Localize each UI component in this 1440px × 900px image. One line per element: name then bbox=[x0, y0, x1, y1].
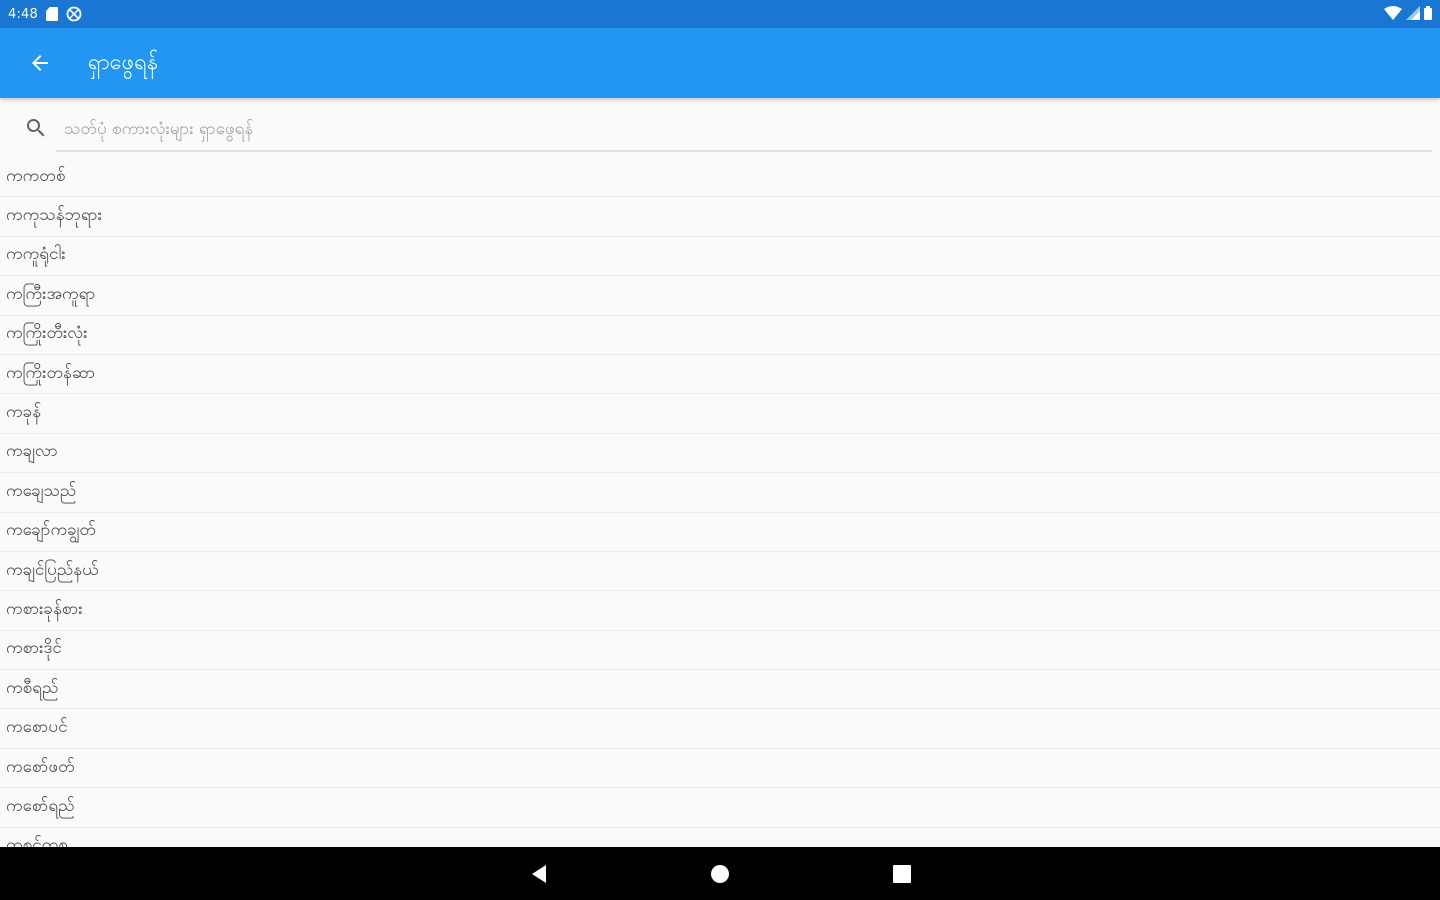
list-item[interactable]: ကခုန် bbox=[0, 394, 1440, 434]
list-item[interactable]: ကချင်ပြည်နယ် bbox=[0, 552, 1440, 592]
word-list: ကကတစ် ကကုသန်ဘုရား ကကူရုံငါး ကကြီးအကူရာ က… bbox=[0, 158, 1440, 847]
status-bar: 4:48 bbox=[0, 0, 1440, 28]
list-item[interactable]: ကစော်ဖတ် bbox=[0, 749, 1440, 789]
list-item[interactable]: ကစီရည် bbox=[0, 670, 1440, 710]
list-item[interactable]: ကကြီးအကူရာ bbox=[0, 276, 1440, 316]
list-item[interactable]: ကကြိုးတီးလုံး bbox=[0, 316, 1440, 355]
sd-card-icon bbox=[46, 7, 58, 21]
list-item[interactable]: ကချလာ bbox=[0, 434, 1440, 474]
app-bar: ရှာဖွေရန် bbox=[0, 28, 1440, 98]
list-item[interactable]: ကစင်ကစ bbox=[0, 828, 1440, 847]
list-item[interactable]: ကကူရုံငါး bbox=[0, 237, 1440, 277]
list-item[interactable]: ကချော်ကချွတ် bbox=[0, 513, 1440, 552]
list-item[interactable]: ကစားခုန်စား bbox=[0, 591, 1440, 631]
sync-disabled-icon bbox=[66, 6, 82, 22]
nav-home-button[interactable] bbox=[702, 856, 738, 892]
system-nav-bar bbox=[0, 847, 1440, 900]
wifi-icon bbox=[1384, 5, 1402, 24]
home-circle-icon bbox=[711, 864, 729, 883]
search-icon bbox=[27, 119, 45, 137]
recents-square-icon bbox=[893, 864, 911, 883]
list-item[interactable]: ကစားဒိုင် bbox=[0, 631, 1440, 671]
list-item[interactable]: ကကုသန်ဘုရား bbox=[0, 197, 1440, 237]
list-item[interactable]: ကစောပင် bbox=[0, 709, 1440, 749]
back-triangle-icon bbox=[532, 864, 546, 883]
page-title: ရှာဖွေရန် bbox=[88, 49, 159, 75]
nav-recents-button[interactable] bbox=[884, 856, 920, 892]
battery-icon bbox=[1424, 5, 1432, 24]
search-input[interactable] bbox=[56, 108, 1432, 152]
list-item[interactable]: ကကတစ် bbox=[0, 158, 1440, 198]
back-button[interactable] bbox=[12, 35, 68, 91]
status-time: 4:48 bbox=[8, 6, 38, 22]
status-right bbox=[1384, 5, 1432, 24]
list-item[interactable]: ကချေသည် bbox=[0, 473, 1440, 513]
arrow-back-icon bbox=[32, 55, 48, 71]
cell-signal-icon bbox=[1406, 5, 1420, 24]
list-item[interactable]: ကကြိုးတန်ဆာ bbox=[0, 355, 1440, 395]
search-bar bbox=[0, 98, 1440, 156]
status-left: 4:48 bbox=[8, 6, 82, 22]
list-item[interactable]: ကစော်ရည် bbox=[0, 788, 1440, 828]
nav-back-button[interactable] bbox=[520, 856, 556, 892]
